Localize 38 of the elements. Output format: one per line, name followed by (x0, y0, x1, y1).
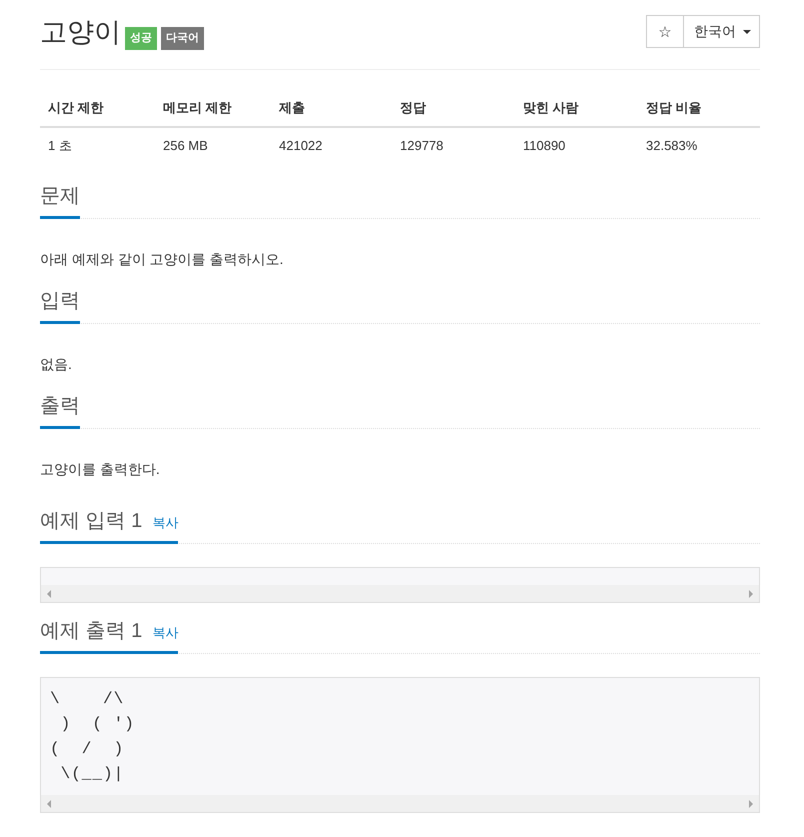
section-heading: 출력 (40, 394, 80, 418)
table-cell: 256 MB (155, 127, 271, 164)
caret-icon (743, 30, 751, 34)
column-header: 메모리 제한 (155, 90, 271, 127)
section-heading: 입력 (40, 289, 80, 313)
heading-underline (40, 216, 80, 219)
table-cell: 1 초 (40, 127, 155, 164)
section-heading: 예제 입력 1 (40, 509, 142, 533)
table-cell: 129778 (392, 127, 515, 164)
section-text: 고양이를 출력한다. (40, 460, 161, 479)
scroll-right-arrow-icon[interactable] (749, 590, 753, 598)
problem-title: 고양이 (40, 16, 121, 49)
column-header: 정답 (392, 90, 515, 127)
column-header: 제출 (271, 90, 392, 127)
label-tag: 다국어 (161, 27, 204, 50)
favorite-button[interactable]: ☆ (646, 15, 684, 48)
table-cell: 32.583% (638, 127, 760, 164)
table-cell: 110890 (515, 127, 638, 164)
copy-link[interactable]: 복사 (152, 624, 178, 642)
section-heading: 문제 (40, 184, 80, 208)
sample-code-text: \ /\ ) ( ') ( / ) \(__)| (49, 689, 136, 785)
language-dropdown[interactable]: 한국어 (684, 15, 760, 48)
label-tag: 성공 (125, 27, 157, 50)
column-header: 시간 제한 (40, 90, 155, 127)
scroll-right-arrow-icon[interactable] (749, 800, 753, 808)
copy-link[interactable]: 복사 (152, 514, 178, 532)
column-header: 맞힌 사람 (515, 90, 638, 127)
section-text: 아래 예제와 같이 고양이를 출력하시오. (40, 250, 284, 269)
horizontal-scrollbar[interactable] (41, 585, 759, 602)
section-text: 없음. (40, 355, 73, 374)
heading-underline (40, 426, 80, 429)
scroll-left-arrow-icon[interactable] (47, 800, 51, 808)
horizontal-scrollbar[interactable] (41, 795, 759, 812)
column-header: 정답 비율 (638, 90, 760, 127)
scroll-left-arrow-icon[interactable] (47, 590, 51, 598)
section-heading: 예제 출력 1 (40, 619, 142, 643)
heading-underline (40, 321, 80, 324)
table-cell: 421022 (271, 127, 392, 164)
